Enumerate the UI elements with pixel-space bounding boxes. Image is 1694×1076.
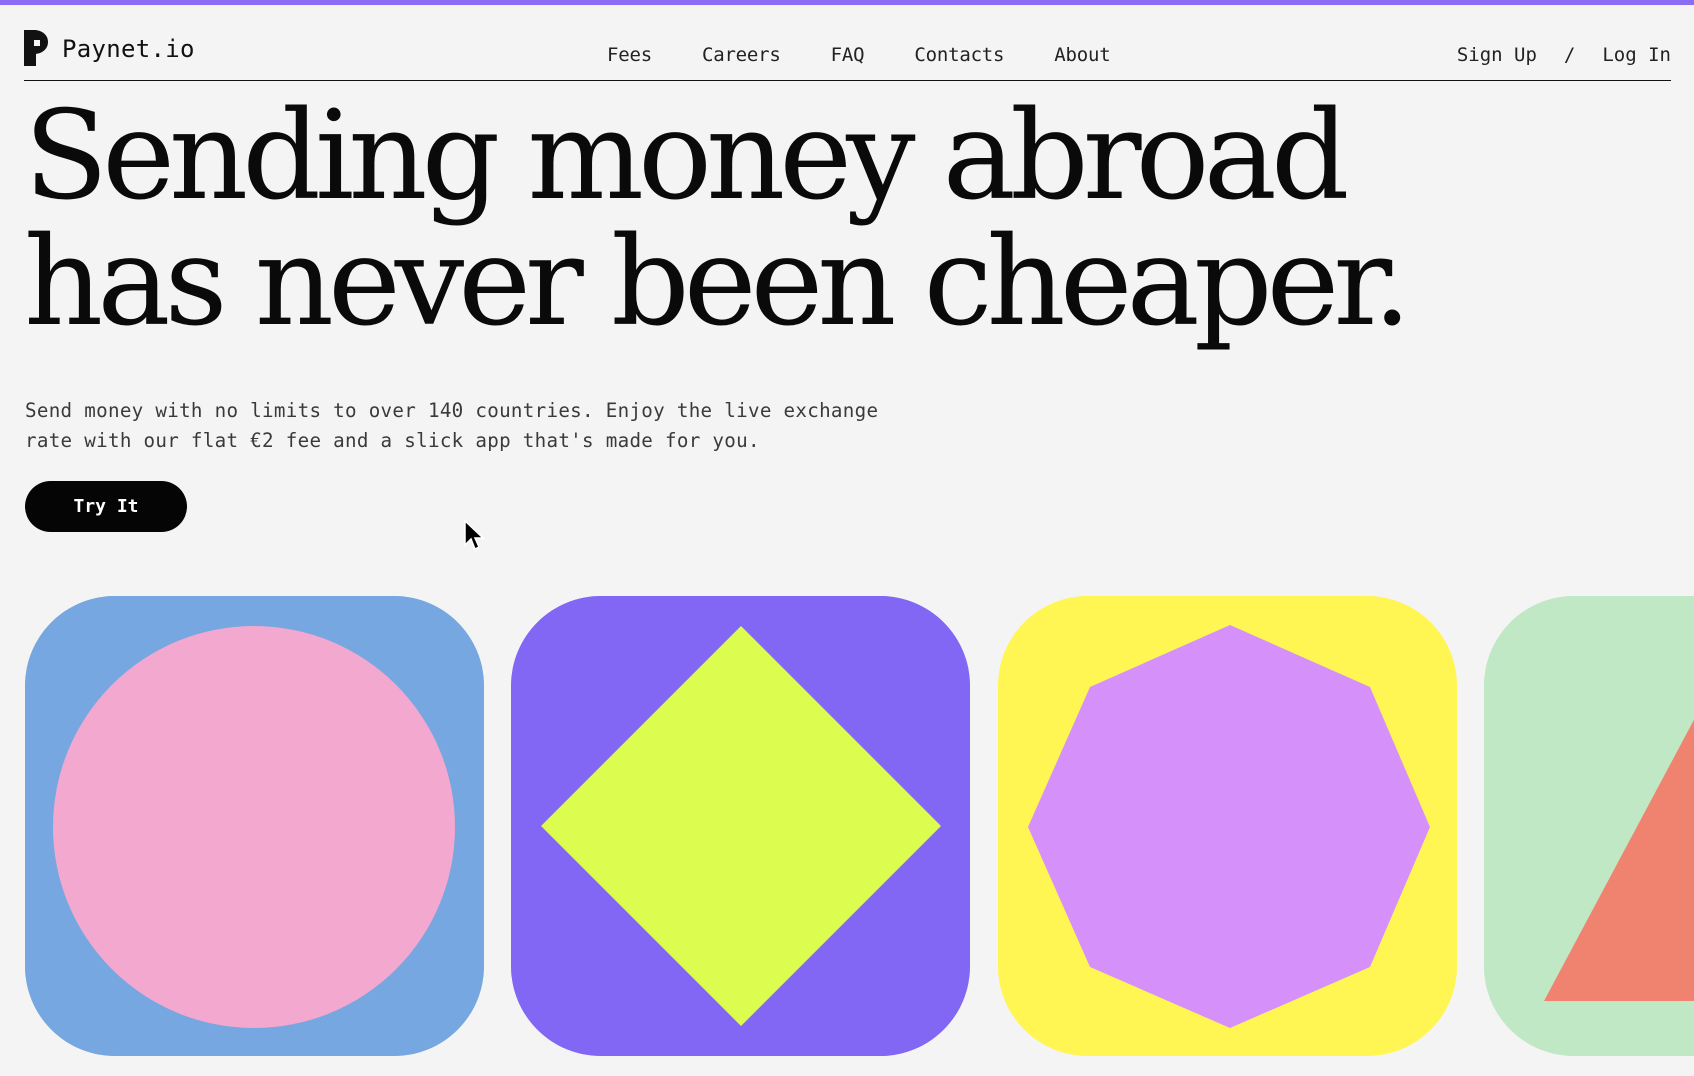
hero-title-line-2: has never been cheaper. bbox=[24, 211, 1412, 354]
nav-link-fees[interactable]: Fees bbox=[607, 44, 652, 66]
shape-tiles-carousel bbox=[25, 596, 1694, 1056]
try-it-button[interactable]: Try It bbox=[25, 481, 187, 532]
hero-title-line-1: Sending money abroad bbox=[24, 85, 1350, 228]
auth-separator: / bbox=[1563, 44, 1576, 66]
tile-circle[interactable] bbox=[25, 596, 484, 1056]
tile-circle-graphic bbox=[25, 596, 484, 1056]
nav-link-faq[interactable]: FAQ bbox=[831, 44, 865, 66]
tile-diamond-graphic bbox=[511, 596, 970, 1056]
nav-link-contacts[interactable]: Contacts bbox=[914, 44, 1004, 66]
tile-octagon-graphic bbox=[998, 596, 1457, 1056]
nav-link-careers[interactable]: Careers bbox=[702, 44, 781, 66]
tile-diamond[interactable] bbox=[511, 596, 970, 1056]
log-in-link[interactable]: Log In bbox=[1602, 44, 1671, 66]
hero-description-line-2: rate with our flat €2 fee and a slick ap… bbox=[25, 429, 760, 452]
sign-up-link[interactable]: Sign Up bbox=[1457, 44, 1537, 66]
auth-links: Sign Up / Log In bbox=[1457, 44, 1671, 66]
top-accent-bar bbox=[0, 0, 1694, 5]
hero-description: Send money with no limits to over 140 co… bbox=[25, 396, 925, 456]
top-navigation: Paynet.io Fees Careers FAQ Contacts Abou… bbox=[24, 28, 1671, 81]
main-nav-links: Fees Careers FAQ Contacts About bbox=[607, 44, 1111, 66]
brand-name: Paynet.io bbox=[62, 35, 195, 63]
paynet-logo-icon bbox=[24, 30, 48, 66]
mouse-pointer-icon bbox=[464, 520, 485, 551]
tile-triangle[interactable] bbox=[1484, 596, 1694, 1056]
nav-link-about[interactable]: About bbox=[1054, 44, 1110, 66]
brand-logo[interactable]: Paynet.io bbox=[24, 30, 195, 66]
hero-description-line-1: Send money with no limits to over 140 co… bbox=[25, 399, 879, 422]
hero-title: Sending money abroad has never been chea… bbox=[24, 85, 1412, 354]
tile-triangle-graphic bbox=[1484, 596, 1694, 1056]
tile-octagon[interactable] bbox=[998, 596, 1457, 1056]
circle-shape bbox=[53, 626, 455, 1028]
